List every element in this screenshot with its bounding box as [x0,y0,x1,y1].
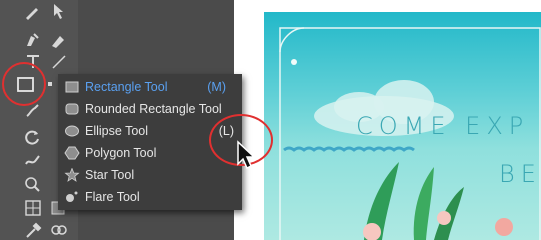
perspective-grid-icon[interactable] [22,198,44,218]
menu-item-shortcut: (M) [207,80,226,94]
artwork-headline: COME EXP [356,112,530,140]
artwork-poster: COME EXP BE [264,12,541,240]
eyedropper-icon[interactable] [22,220,44,240]
menu-item-label: Polygon Tool [85,146,157,160]
flare-icon [64,190,80,204]
pencil-icon[interactable] [22,2,44,22]
menu-item-label: Rounded Rectangle Tool [85,102,222,116]
shape-builder-icon[interactable] [22,174,44,194]
rectangle-icon [64,80,80,94]
rotate-icon[interactable] [22,126,44,146]
menu-item-flare-tool[interactable]: Flare Tool [58,186,242,208]
artwork-subline: BE [499,160,541,188]
selection-icon[interactable] [48,2,70,22]
menu-item-label: Flare Tool [85,190,140,204]
rounded-rectangle-icon [64,102,80,116]
menu-item-star-tool[interactable]: Star Tool [58,164,242,186]
blend-icon[interactable] [48,220,70,240]
menu-item-label: Rectangle Tool [85,80,168,94]
callout-circle [2,62,46,106]
menu-item-rectangle-tool[interactable]: Rectangle Tool (M) [58,76,242,98]
menu-item-rounded-rectangle-tool[interactable]: Rounded Rectangle Tool [58,98,242,120]
pen-icon[interactable] [22,30,44,50]
curvature-icon[interactable] [48,30,70,50]
flyout-indicator-icon [46,80,54,88]
cursor-icon [236,140,256,170]
menu-item-label: Star Tool [85,168,135,182]
line-segment-icon[interactable] [48,52,70,72]
star-icon [64,168,80,182]
warp-icon[interactable] [22,150,44,170]
polygon-icon [64,146,80,160]
ellipse-icon [64,124,80,138]
menu-item-label: Ellipse Tool [85,124,149,138]
